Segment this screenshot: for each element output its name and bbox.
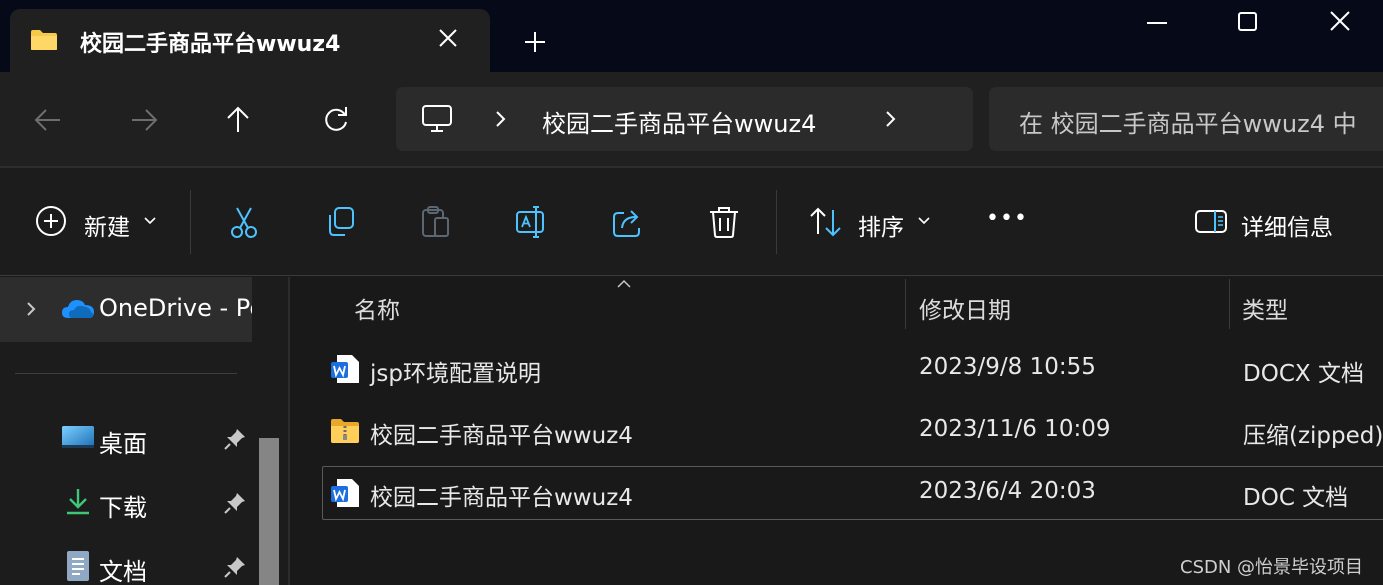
column-header-name[interactable]: 名称 [354, 291, 400, 325]
nav-scrollbar[interactable] [259, 438, 279, 585]
download-icon [67, 489, 89, 515]
file-name: 校园二手商品平台wwuz4 [370, 423, 633, 449]
more-options-button[interactable]: ••• [986, 206, 1028, 231]
tab-title: 校园二手商品平台wwuz4 [80, 32, 341, 57]
nav-item-downloads[interactable]: 下载 [0, 478, 252, 528]
watermark-text: CSDN @怡景毕设项目 [1180, 557, 1364, 578]
new-tab-icon[interactable] [520, 27, 550, 57]
this-pc-icon[interactable] [420, 103, 454, 135]
minimize-icon[interactable] [1134, 6, 1180, 40]
file-row[interactable]: 校园二手商品平台wwuz4 2023/11/6 10:09 压缩(zipped) [322, 404, 1383, 458]
file-list: 名称 修改日期 类型 jsp环境配置说明 2023/9/8 10:55 DOCX… [290, 277, 1383, 585]
up-arrow-icon[interactable] [218, 100, 258, 140]
paste-icon[interactable] [418, 204, 454, 240]
pin-icon[interactable] [223, 555, 247, 579]
toolbar-separator [190, 190, 191, 254]
sort-indicator-icon [617, 279, 631, 288]
refresh-icon[interactable] [316, 100, 356, 140]
file-modified: 2023/11/6 10:09 [919, 416, 1111, 442]
back-arrow-icon[interactable] [28, 100, 68, 140]
nav-item-onedrive[interactable]: OneDrive - Pe [0, 277, 252, 342]
toolbar-separator [776, 190, 777, 254]
documents-icon [67, 551, 89, 581]
word-doc-icon [331, 355, 359, 383]
chevron-right-icon[interactable] [22, 299, 40, 319]
desktop-icon [62, 426, 94, 448]
new-button[interactable]: 新建 [34, 202, 164, 242]
search-box[interactable]: 在 校园二手商品平台wwuz4 中 [989, 87, 1383, 151]
close-window-icon[interactable] [1317, 6, 1363, 40]
copy-icon[interactable] [323, 204, 359, 240]
column-divider[interactable] [1229, 279, 1230, 329]
delete-icon[interactable] [706, 204, 742, 240]
file-type: 压缩(zipped) [1243, 423, 1383, 449]
plus-circle-icon [36, 206, 66, 236]
file-modified: 2023/9/8 10:55 [919, 354, 1096, 380]
new-label: 新建 [84, 215, 130, 241]
pin-icon[interactable] [223, 491, 247, 515]
column-header-type[interactable]: 类型 [1242, 291, 1288, 325]
chevron-right-icon[interactable] [488, 107, 512, 131]
cut-icon[interactable] [226, 204, 262, 240]
details-pane-icon [1195, 210, 1227, 233]
nav-item-documents[interactable]: 文档 [0, 542, 252, 585]
sort-label: 排序 [858, 215, 904, 241]
chevron-down-icon [918, 217, 930, 225]
search-placeholder[interactable]: 在 校园二手商品平台wwuz4 中 [1019, 104, 1357, 139]
file-row[interactable]: jsp环境配置说明 2023/9/8 10:55 DOCX 文档 [322, 342, 1383, 396]
nav-item-desktop[interactable]: 桌面 [0, 414, 252, 464]
tab-current-folder[interactable]: 校园二手商品平台wwuz4 [10, 9, 490, 72]
column-divider[interactable] [905, 279, 906, 329]
nav-item-label: 桌面 [99, 430, 147, 458]
command-bar: 新建 排序 ••• 详细信息 [0, 168, 1383, 276]
folder-icon [31, 30, 57, 50]
sort-button[interactable]: 排序 [808, 202, 938, 242]
column-header-modified[interactable]: 修改日期 [919, 291, 1011, 325]
sort-arrows-icon [810, 207, 841, 237]
file-row-selected[interactable]: 校园二手商品平台wwuz4 2023/6/4 20:03 DOC 文档 [322, 466, 1383, 520]
pin-icon[interactable] [223, 427, 247, 451]
details-pane-button[interactable]: 详细信息 [1194, 202, 1354, 242]
file-type: DOCX 文档 [1243, 361, 1364, 387]
close-tab-icon[interactable] [435, 25, 461, 51]
zip-folder-icon [331, 419, 359, 443]
share-icon[interactable] [610, 204, 646, 240]
file-name: 校园二手商品平台wwuz4 [370, 485, 633, 511]
file-type: DOC 文档 [1243, 485, 1349, 511]
maximize-icon[interactable] [1224, 6, 1270, 40]
nav-item-label: 文档 [99, 558, 147, 585]
nav-divider [15, 373, 237, 374]
file-name: jsp环境配置说明 [370, 361, 541, 387]
forward-arrow-icon[interactable] [124, 100, 164, 140]
navigation-bar: 校园二手商品平台wwuz4 在 校园二手商品平台wwuz4 中 [0, 72, 1383, 166]
address-bar[interactable]: 校园二手商品平台wwuz4 [396, 87, 973, 151]
chevron-right-icon[interactable] [878, 107, 902, 131]
breadcrumb-current[interactable]: 校园二手商品平台wwuz4 [542, 104, 816, 139]
rename-icon[interactable] [514, 204, 550, 240]
onedrive-label: OneDrive - Pe [99, 294, 252, 322]
word-doc-icon [331, 479, 359, 507]
title-bar: 校园二手商品平台wwuz4 [0, 0, 1383, 72]
onedrive-cloud-icon [62, 300, 94, 318]
navigation-pane: OneDrive - Pe 桌面 下载 文档 [0, 277, 288, 585]
file-modified: 2023/6/4 20:03 [919, 478, 1096, 504]
chevron-down-icon [144, 217, 156, 225]
nav-item-label: 下载 [99, 494, 147, 522]
details-label: 详细信息 [1241, 215, 1333, 241]
